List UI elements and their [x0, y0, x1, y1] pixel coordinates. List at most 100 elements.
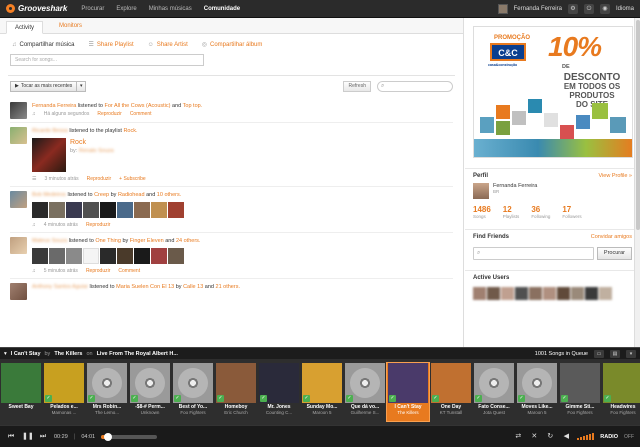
now-playing-title[interactable]: I Can't Stay: [11, 351, 41, 357]
view-profile-link[interactable]: View Profile »: [598, 173, 632, 179]
others-link[interactable]: 10 others.: [157, 192, 181, 198]
avatar[interactable]: [10, 191, 27, 208]
avatar[interactable]: [10, 283, 27, 300]
scrollbar-thumb[interactable]: [636, 20, 640, 230]
queue-item[interactable]: ✓ Fato Conse... Jota Quest: [473, 363, 515, 421]
album-thumb[interactable]: [117, 248, 133, 264]
album-thumb[interactable]: [151, 202, 167, 218]
playlist-link[interactable]: Rock.: [123, 128, 137, 134]
queue-item[interactable]: ✓ Homeboy Eric Church: [215, 363, 257, 421]
radio-toggle[interactable]: RADIO: [600, 434, 618, 440]
album-thumb[interactable]: [66, 202, 82, 218]
share-playlist-button[interactable]: ☰ Share Playlist: [89, 41, 134, 49]
search-songs-input[interactable]: Search for songs...: [10, 54, 204, 66]
avatar[interactable]: [515, 287, 528, 300]
queue-item[interactable]: ✓ Headwires Foo Fighters: [602, 363, 640, 421]
avatar[interactable]: [557, 287, 570, 300]
album-thumb[interactable]: [32, 248, 48, 264]
shuffle-icon[interactable]: ⇄: [513, 432, 523, 442]
album-thumb[interactable]: [168, 202, 184, 218]
song-link[interactable]: Creep: [94, 192, 109, 198]
volume-slider[interactable]: [577, 433, 595, 440]
album-thumb[interactable]: [134, 202, 150, 218]
comment-link[interactable]: Comment: [130, 110, 152, 118]
share-music-button[interactable]: ♫ Compartilhar música: [12, 41, 75, 48]
avatar[interactable]: [473, 287, 486, 300]
song-link[interactable]: One Thing: [95, 238, 121, 244]
album-thumb[interactable]: [151, 248, 167, 264]
grooveshark-logo[interactable]: Grooveshark: [0, 4, 75, 13]
page-scrollbar[interactable]: [634, 18, 640, 347]
song-link[interactable]: Top top.: [183, 103, 203, 109]
avatar[interactable]: [10, 237, 27, 254]
feed-filter-input[interactable]: ⌕: [377, 81, 453, 92]
progress-handle[interactable]: [103, 432, 112, 441]
volume-icon[interactable]: ◀: [561, 432, 571, 442]
feed-user-link[interactable]: Anthony Santos Aguiar: [32, 284, 88, 290]
album-thumb[interactable]: [117, 202, 133, 218]
artist-link[interactable]: Radiohead: [118, 192, 145, 198]
album-thumb[interactable]: [134, 248, 150, 264]
playlist-owner-link[interactable]: Renato Souza: [79, 148, 114, 154]
share-artist-button[interactable]: ☺ Share Artist: [148, 41, 188, 48]
share-album-button[interactable]: ◎ Compartilhar álbum: [202, 41, 263, 49]
playlist-cover[interactable]: [32, 138, 66, 172]
artist-link[interactable]: Finger Eleven: [130, 238, 164, 244]
folder-icon[interactable]: ▤: [610, 349, 620, 358]
avatar[interactable]: [543, 287, 556, 300]
playlist-title[interactable]: Rock: [32, 135, 453, 147]
album-thumb[interactable]: [66, 248, 82, 264]
album-thumb[interactable]: [32, 202, 48, 218]
user-name[interactable]: Fernanda Ferreira: [514, 6, 562, 12]
play-link[interactable]: Reproduzir: [86, 267, 110, 275]
pause-icon[interactable]: ❚❚: [22, 432, 34, 442]
progress-bar[interactable]: [101, 432, 158, 441]
nav-minhas-musicas[interactable]: Minhas músicas: [143, 0, 198, 18]
queue-toggle-icon[interactable]: ▾: [4, 351, 7, 357]
globe-icon[interactable]: ◉: [599, 3, 610, 14]
queue-item[interactable]: ✓ Sunday Mo... Maroon 5: [301, 363, 343, 421]
avatar[interactable]: [10, 102, 27, 119]
avatar[interactable]: [571, 287, 584, 300]
stat-playlists[interactable]: 12 Playlists: [503, 205, 520, 219]
now-playing-artist[interactable]: The Killers: [54, 351, 82, 357]
repeat-icon[interactable]: ↻: [545, 432, 555, 442]
queue-item[interactable]: ✓ -$8-# Perm... Unknown: [129, 363, 171, 421]
queue-item[interactable]: ✓ One Day KT Tunstall: [430, 363, 472, 421]
avatar[interactable]: [10, 127, 27, 144]
skip-back-icon[interactable]: ⏮: [6, 432, 16, 442]
stat-followers[interactable]: 17 Followers: [562, 205, 581, 219]
avatar[interactable]: [529, 287, 542, 300]
album-thumb[interactable]: [83, 202, 99, 218]
find-friends-button[interactable]: Procurar: [596, 247, 632, 260]
album-thumb[interactable]: [100, 248, 116, 264]
settings-icon[interactable]: ⚙: [567, 3, 578, 14]
queue-item[interactable]: ✓ Mrs Robin... The Lemo...: [86, 363, 128, 421]
artist-link[interactable]: Calle 13: [183, 284, 203, 290]
avatar[interactable]: [487, 287, 500, 300]
album-thumb[interactable]: [49, 202, 65, 218]
queue-item[interactable]: ✓ Pelados e... Mamonas ...: [43, 363, 85, 421]
subscribe-link[interactable]: + Subscribe: [119, 175, 146, 183]
album-thumb[interactable]: [83, 248, 99, 264]
album-thumb[interactable]: [168, 248, 184, 264]
save-queue-icon[interactable]: ▭: [594, 349, 604, 358]
album-thumb[interactable]: [100, 202, 116, 218]
album-thumb[interactable]: [49, 248, 65, 264]
user-avatar[interactable]: [497, 3, 508, 14]
profile-name[interactable]: Fernanda Ferreira: [493, 183, 537, 189]
others-link[interactable]: 21 others.: [216, 284, 240, 290]
song-link[interactable]: For All the Cows (Acoustic): [104, 103, 170, 109]
crossfade-icon[interactable]: ✕: [529, 432, 539, 442]
stat-following[interactable]: 36 Following: [531, 205, 550, 219]
nav-explore[interactable]: Explore: [110, 0, 142, 18]
play-link[interactable]: Reproduzir: [87, 175, 111, 183]
queue-item[interactable]: ✓ Moves Like... Maroon 5: [516, 363, 558, 421]
language-menu[interactable]: Idioma: [616, 6, 634, 12]
skip-forward-icon[interactable]: ⏭: [38, 432, 48, 442]
find-friends-input[interactable]: ⌕: [473, 247, 594, 260]
nav-comunidade[interactable]: Comunidade: [198, 0, 246, 18]
queue-item[interactable]: ✓ I Can't Stay The Killers: [386, 362, 430, 422]
play-link[interactable]: Reproduzir: [97, 110, 121, 118]
now-playing-album[interactable]: Live From The Royal Albert H...: [97, 351, 178, 357]
